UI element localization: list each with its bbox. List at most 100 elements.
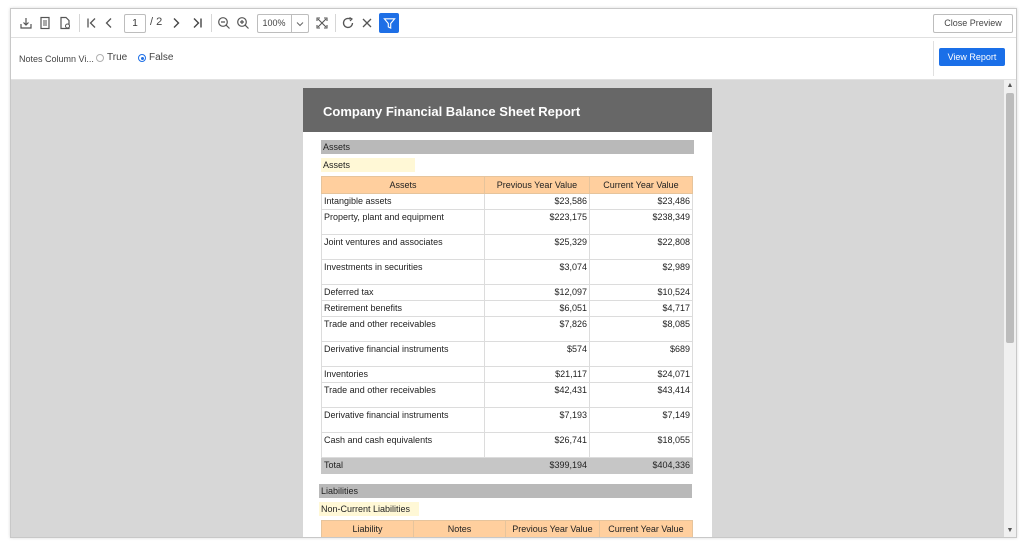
- vertical-scrollbar[interactable]: ▲ ▼: [1004, 80, 1016, 537]
- previous-value: $42,431: [484, 382, 590, 408]
- scroll-up-icon[interactable]: ▲: [1004, 81, 1016, 91]
- liabilities-section-header: Liabilities: [319, 484, 692, 498]
- assets-section-header: Assets: [321, 140, 694, 154]
- last-page-icon[interactable]: [188, 14, 206, 32]
- first-page-icon[interactable]: [83, 14, 101, 32]
- table-row: Retirement benefits $6,051 $4,717: [321, 300, 693, 317]
- radio-true-label[interactable]: True: [107, 52, 127, 63]
- asset-name: Retirement benefits: [321, 300, 485, 317]
- refresh-icon[interactable]: [339, 14, 357, 32]
- table-row: Derivative financial instruments $7,193 …: [321, 407, 693, 433]
- radio-true[interactable]: [96, 54, 104, 62]
- report-title: Company Financial Balance Sheet Report: [323, 104, 581, 119]
- zoom-in-icon[interactable]: [234, 14, 252, 32]
- table-row: Deferred tax $12,097 $10,524: [321, 284, 693, 301]
- total-previous-value: $399,194: [484, 457, 590, 474]
- previous-value: $25,329: [484, 234, 590, 260]
- zoom-select[interactable]: 100%: [257, 14, 309, 33]
- zoom-value: 100%: [262, 18, 286, 28]
- current-value: $689: [589, 341, 693, 367]
- toolbar-separator: [79, 14, 80, 32]
- assets-table: Assets Previous Year Value Current Year …: [321, 176, 693, 474]
- table-row: Trade and other receivables $7,826 $8,08…: [321, 316, 693, 342]
- divider: [933, 41, 934, 76]
- liabilities-table: Liability Notes Previous Year Value Curr…: [321, 520, 693, 537]
- previous-value: $7,193: [484, 407, 590, 433]
- close-preview-button[interactable]: Close Preview: [933, 14, 1013, 33]
- table-row: Joint ventures and associates $25,329 $2…: [321, 234, 693, 260]
- table-row: Derivative financial instruments $574 $6…: [321, 341, 693, 367]
- total-label: Total: [321, 457, 485, 474]
- scrollbar-thumb[interactable]: [1006, 93, 1014, 343]
- radio-false[interactable]: [138, 54, 146, 62]
- asset-name: Investments in securities: [321, 259, 485, 285]
- report-viewer: 1 / 2 100% Close Preview Notes Column Vi…: [10, 8, 1017, 538]
- table-row: Property, plant and equipment $223,175 $…: [321, 209, 693, 235]
- asset-name: Intangible assets: [321, 193, 485, 210]
- page-total: / 2: [150, 16, 163, 28]
- current-value: $24,071: [589, 366, 693, 383]
- current-value: $43,414: [589, 382, 693, 408]
- column-header: Current Year Value: [589, 176, 693, 194]
- current-value: $4,717: [589, 300, 693, 317]
- report-canvas[interactable]: Company Financial Balance Sheet Report A…: [11, 80, 1004, 537]
- column-header: Assets: [321, 176, 485, 194]
- print-layout-icon[interactable]: [36, 14, 54, 32]
- column-header: Previous Year Value: [505, 520, 600, 537]
- page-setup-icon[interactable]: [56, 14, 74, 32]
- table-row: Investments in securities $3,074 $2,989: [321, 259, 693, 285]
- table-row: Inventories $21,117 $24,071: [321, 366, 693, 383]
- column-header: Notes: [413, 520, 506, 537]
- asset-name: Cash and cash equivalents: [321, 432, 485, 458]
- export-icon[interactable]: [17, 14, 35, 32]
- report-header: Company Financial Balance Sheet Report: [303, 88, 712, 132]
- previous-value: $7,826: [484, 316, 590, 342]
- previous-value: $21,117: [484, 366, 590, 383]
- previous-value: $23,586: [484, 193, 590, 210]
- assets-subsection-header: Assets: [321, 158, 415, 172]
- chevron-down-icon[interactable]: [291, 15, 308, 32]
- table-row: Trade and other receivables $42,431 $43,…: [321, 382, 693, 408]
- cancel-icon[interactable]: [358, 14, 376, 32]
- current-value: $23,486: [589, 193, 693, 210]
- previous-value: $574: [484, 341, 590, 367]
- parameter-label: Notes Column Vi...: [19, 54, 94, 64]
- asset-name: Property, plant and equipment: [321, 209, 485, 235]
- asset-name: Trade and other receivables: [321, 382, 485, 408]
- previous-value: $26,741: [484, 432, 590, 458]
- current-value: $7,149: [589, 407, 693, 433]
- zoom-out-icon[interactable]: [215, 14, 233, 32]
- liabilities-subsection-header: Non-Current Liabilities: [319, 502, 419, 516]
- column-header: Current Year Value: [599, 520, 693, 537]
- table-row: Cash and cash equivalents $26,741 $18,05…: [321, 432, 693, 458]
- previous-page-icon[interactable]: [100, 14, 118, 32]
- radio-false-label[interactable]: False: [149, 52, 173, 63]
- asset-name: Derivative financial instruments: [321, 341, 485, 367]
- previous-value: $223,175: [484, 209, 590, 235]
- next-page-icon[interactable]: [167, 14, 185, 32]
- total-row: Total $399,194 $404,336: [321, 457, 693, 474]
- column-header: Liability: [321, 520, 414, 537]
- toolbar-separator: [335, 14, 336, 32]
- asset-name: Deferred tax: [321, 284, 485, 301]
- scroll-down-icon[interactable]: ▼: [1004, 526, 1016, 536]
- view-report-button[interactable]: View Report: [939, 48, 1005, 66]
- page-number-input[interactable]: 1: [124, 14, 146, 33]
- current-value: $22,808: [589, 234, 693, 260]
- total-current-value: $404,336: [589, 457, 693, 474]
- toolbar-separator: [211, 14, 212, 32]
- report-page: Company Financial Balance Sheet Report A…: [303, 88, 712, 537]
- filter-icon[interactable]: [379, 13, 399, 33]
- table-header-row: Liability Notes Previous Year Value Curr…: [321, 520, 693, 537]
- parameter-panel: Notes Column Vi... True False View Repor…: [11, 38, 1016, 80]
- asset-name: Derivative financial instruments: [321, 407, 485, 433]
- toolbar: 1 / 2 100% Close Preview: [11, 9, 1016, 38]
- asset-name: Joint ventures and associates: [321, 234, 485, 260]
- table-row: Intangible assets $23,586 $23,486: [321, 193, 693, 210]
- asset-name: Trade and other receivables: [321, 316, 485, 342]
- fit-page-icon[interactable]: [313, 14, 331, 32]
- previous-value: $6,051: [484, 300, 590, 317]
- column-header: Previous Year Value: [484, 176, 590, 194]
- previous-value: $12,097: [484, 284, 590, 301]
- current-value: $10,524: [589, 284, 693, 301]
